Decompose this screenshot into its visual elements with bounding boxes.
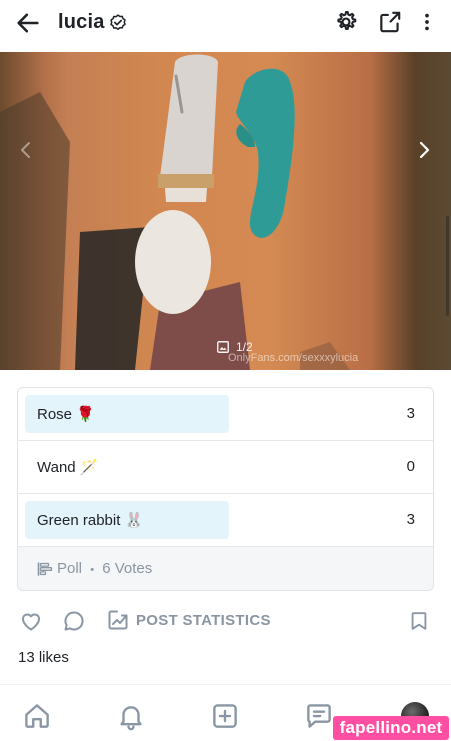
poll-option-label: Green rabbit 🐰 [37,512,144,529]
post-statistics-button[interactable]: POST STATISTICS [106,608,271,632]
share-icon[interactable] [377,9,403,35]
post-media[interactable]: 1/2 OnlyFans.com/sexxxylucia [0,52,451,370]
messages-icon[interactable] [304,701,334,731]
statistics-icon [108,610,128,630]
poll-summary: Poll • 6 Votes [57,560,152,577]
more-options-icon[interactable] [416,9,438,35]
likes-count[interactable]: 13 likes [18,649,69,666]
media-scrollbar [446,216,449,316]
post-statistics-label: POST STATISTICS [136,611,271,629]
back-arrow-icon[interactable] [14,9,42,37]
post-photo [0,54,350,370]
username[interactable]: lucia [58,11,105,34]
profile-title[interactable]: lucia [58,11,128,34]
verified-badge-icon [109,13,126,30]
media-watermark: OnlyFans.com/sexxxylucia [228,352,359,364]
bookmark-icon[interactable] [408,609,430,633]
comment-icon[interactable] [62,609,86,633]
previous-media-icon[interactable] [14,138,38,162]
gear-icon[interactable] [333,9,359,35]
site-badge: fapellino.net [333,716,449,740]
poll-option[interactable]: Wand 🪄 0 [18,441,433,494]
poll-option-label: Wand 🪄 [37,459,99,476]
notifications-icon[interactable] [116,701,146,731]
poll-label: Poll [57,560,83,577]
next-media-icon[interactable] [412,138,436,162]
poll-option[interactable]: Rose 🌹 3 [18,388,433,441]
poll-icon [37,562,53,576]
poll-separator: • [90,564,95,576]
post-actions: POST STATISTICS [0,606,451,636]
heart-icon[interactable] [19,609,43,633]
poll-option-votes: 3 [406,511,415,528]
poll-option-votes: 3 [406,405,415,422]
new-post-icon[interactable] [210,701,240,731]
poll-option-votes: 0 [406,458,415,475]
home-icon[interactable] [22,701,52,731]
poll-votes-total: 6 Votes [102,560,153,577]
poll-option-label: Rose 🌹 [37,406,95,423]
poll: Rose 🌹 3 Wand 🪄 0 Green rabbit 🐰 3 Poll … [17,387,434,591]
poll-footer: Poll • 6 Votes [18,547,433,590]
poll-option[interactable]: Green rabbit 🐰 3 [18,494,433,547]
top-bar: lucia [0,0,451,46]
